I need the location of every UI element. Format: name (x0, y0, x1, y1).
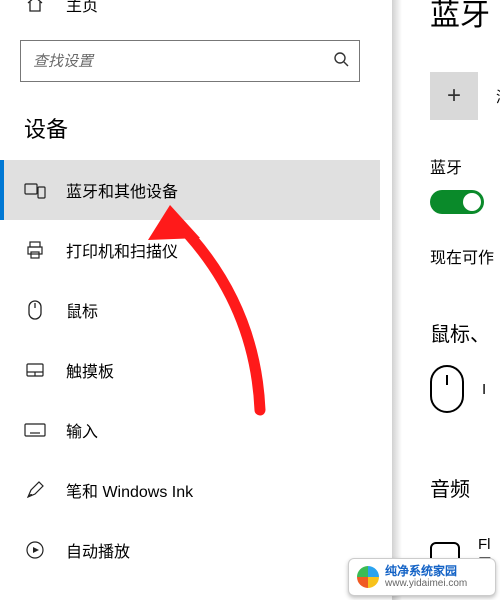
device-name: I (482, 381, 486, 398)
mouse-section-header: 鼠标、 (430, 318, 500, 347)
audio-section-header: 音频 (430, 473, 500, 502)
plus-icon: + (447, 82, 461, 110)
sidebar-nav: 蓝牙和其他设备 打印机和扫描仪 鼠标 触 (0, 160, 380, 580)
discoverable-text: 现在可作 (430, 244, 500, 268)
add-device-button[interactable]: + (430, 72, 478, 120)
sidebar-item-label: 蓝牙和其他设备 (66, 178, 178, 202)
sidebar-item-bluetooth[interactable]: 蓝牙和其他设备 (0, 160, 380, 220)
sidebar-item-autoplay[interactable]: 自动播放 (0, 520, 380, 580)
sidebar: 主页 设备 蓝牙和其他设备 打印机和扫描仪 (0, 0, 380, 600)
bluetooth-label: 蓝牙 (430, 154, 500, 178)
sidebar-item-pen[interactable]: 笔和 Windows Ink (0, 460, 380, 520)
audio-device-name: Fl (478, 536, 493, 553)
watermark-url: www.yidaimei.com (385, 578, 467, 589)
sidebar-item-label: 笔和 Windows Ink (66, 478, 193, 502)
device-row-mouse[interactable]: I (430, 365, 500, 413)
autoplay-icon (24, 540, 46, 560)
watermark-title: 纯净系统家园 (385, 565, 467, 578)
pen-icon (24, 480, 46, 500)
sidebar-item-label: 鼠标 (66, 298, 98, 322)
devices-icon (24, 180, 46, 200)
sidebar-item-label: 触摸板 (66, 358, 114, 382)
sidebar-item-touchpad[interactable]: 触摸板 (0, 340, 380, 400)
sidebar-shadow (392, 0, 402, 600)
sidebar-section-title: 设备 (0, 82, 380, 160)
keyboard-icon (24, 423, 46, 437)
touchpad-icon (24, 362, 46, 378)
sidebar-item-label: 输入 (66, 418, 98, 442)
search-box[interactable] (20, 40, 360, 82)
search-icon (332, 50, 350, 72)
content-pane: 蓝牙 + 添 蓝牙 现在可作 鼠标、 I 音频 Fl 已 (410, 0, 500, 600)
page-title: 蓝牙 (430, 0, 500, 34)
sidebar-item-label: 打印机和扫描仪 (66, 238, 178, 262)
search-input[interactable] (20, 40, 360, 82)
sidebar-item-label: 自动播放 (66, 538, 130, 562)
printer-icon (24, 240, 46, 260)
watermark-logo-icon (357, 566, 379, 588)
watermark: 纯净系统家园 www.yidaimei.com (348, 558, 496, 596)
sidebar-item-printers[interactable]: 打印机和扫描仪 (0, 220, 380, 280)
add-device-label: 添 (496, 86, 500, 107)
sidebar-item-mouse[interactable]: 鼠标 (0, 280, 380, 340)
home-label: 主页 (66, 0, 98, 16)
home-icon (24, 0, 46, 14)
sidebar-item-home[interactable]: 主页 (0, 0, 380, 18)
sidebar-item-typing[interactable]: 输入 (0, 400, 380, 460)
mouse-icon (24, 299, 46, 321)
bluetooth-toggle[interactable] (430, 190, 484, 214)
add-device-row[interactable]: + 添 (430, 72, 500, 120)
mouse-device-icon (430, 365, 464, 413)
